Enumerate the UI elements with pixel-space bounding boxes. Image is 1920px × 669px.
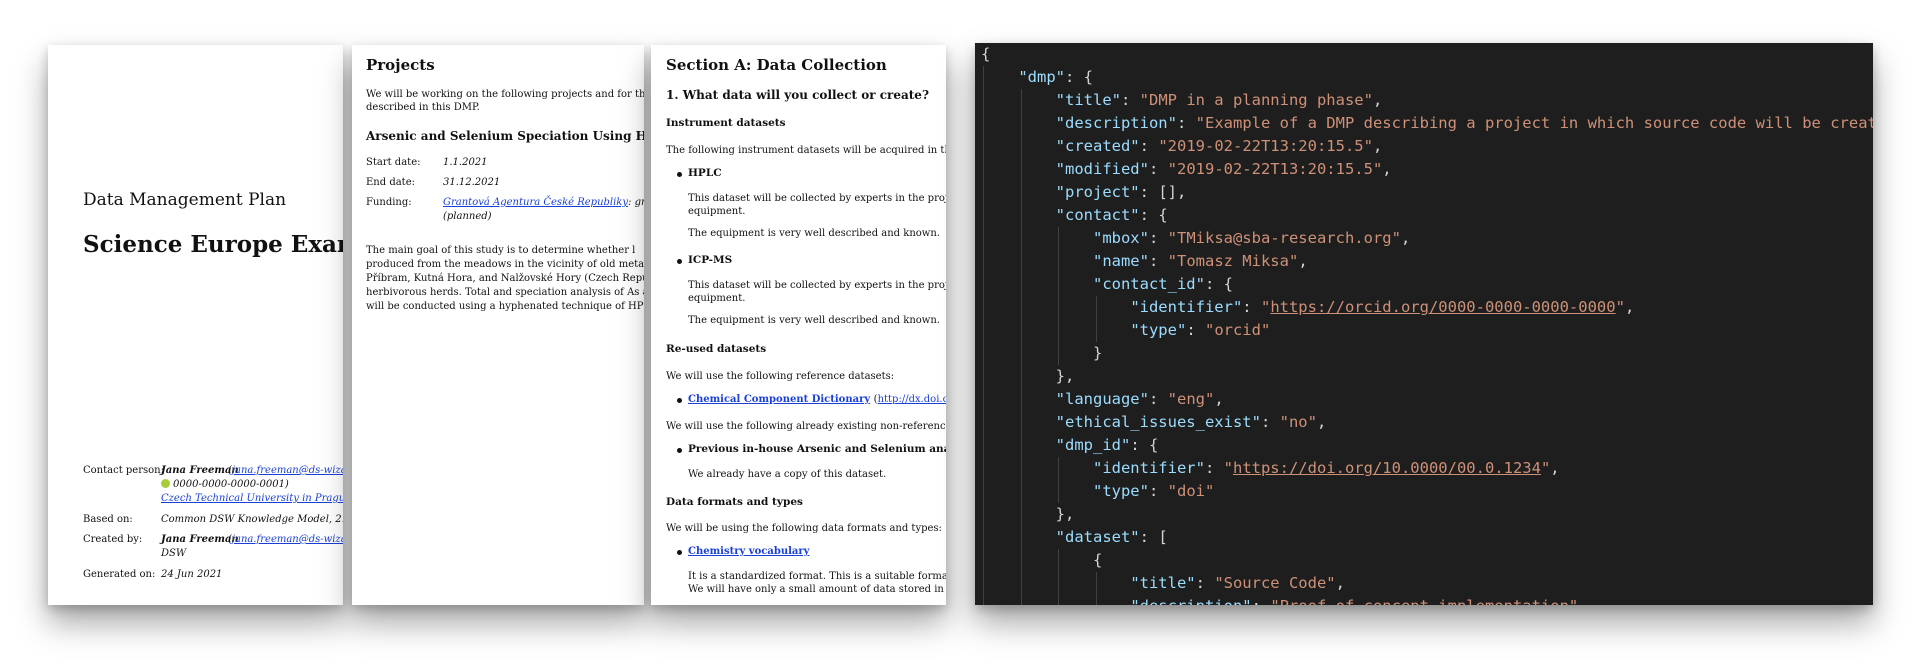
format-text: It is a standardized format. This is a s… [688, 571, 946, 582]
project-description-line: herbivorous herds. Total and speciation … [366, 287, 644, 298]
dataset-text: This dataset will be collected by expert… [688, 280, 946, 291]
bullet-icon [677, 259, 682, 264]
code-line: "created": "2019-02-22T13:20:15.5", [981, 135, 1873, 158]
bullet-icon [677, 172, 682, 177]
dataset-text: This dataset will be collected by expert… [688, 193, 946, 204]
instrument-datasets-heading: Instrument datasets [666, 117, 786, 129]
code-line: "dataset": [ [981, 526, 1873, 549]
code-line: "contact_id": { [981, 273, 1873, 296]
document-title: Science Europe Example [83, 231, 343, 258]
created-by-email-link[interactable]: jana.freeman@ds-wizard.org [232, 534, 343, 545]
section-question: 1. What data will you collect or create? [666, 88, 929, 102]
dataset-name-icpms: ICP-MS [688, 254, 733, 266]
code-line: "type": "doi" [981, 480, 1873, 503]
orcid-icon [161, 479, 170, 488]
code-line: "name": "Tomasz Miksa", [981, 250, 1873, 273]
code-line: }, [981, 365, 1873, 388]
code-line: "identifier": "https://doi.org/10.0000/0… [981, 457, 1873, 480]
generated-on-label: Generated on: [83, 569, 156, 580]
contact-email-link[interactable]: jana.freeman@ds-wizard.org [232, 465, 343, 476]
projects-heading: Projects [366, 56, 435, 74]
generated-on-value: 24 Jun 2021 [161, 569, 223, 580]
funding-value: Grantová Agentura České Republiky: grant [443, 196, 644, 209]
json-code-editor[interactable]: { "dmp": { "title": "DMP in a planning p… [975, 43, 1873, 605]
code-line: "title": "DMP in a planning phase", [981, 89, 1873, 112]
start-date-label: Start date: [366, 157, 421, 168]
projects-intro-line: described in this DMP. [366, 102, 480, 113]
code-line: }, [981, 503, 1873, 526]
code-line: "identifier": "https://orcid.org/0000-00… [981, 296, 1873, 319]
doi-url-link[interactable]: https://doi.org/10.0000/00.0.1234 [1233, 459, 1541, 477]
code-line: "mbox": "TMiksa@sba-research.org", [981, 227, 1873, 250]
bullet-icon [677, 550, 682, 555]
dataset-text: We already have a copy of this dataset. [688, 469, 887, 480]
code-line: "type": "orcid" [981, 319, 1873, 342]
end-date-value: 31.12.2021 [443, 177, 501, 188]
dataset-name-hplc: HPLC [688, 167, 722, 179]
projects-intro-line: We will be working on the following proj… [366, 89, 644, 100]
code-line: { [981, 549, 1873, 572]
orcid-url-link[interactable]: https://orcid.org/0000-0000-0000-0000 [1270, 298, 1615, 316]
code-line: "description": "Proof of concept impleme… [981, 595, 1873, 605]
code-line: "contact": { [981, 204, 1873, 227]
project-description-line: Příbram, Kutná Hora, and Nalžovské Hory … [366, 273, 644, 284]
funding-label: Funding: [366, 197, 412, 208]
document-projects-page: Projects We will be working on the follo… [352, 45, 644, 605]
document-subtitle: Data Management Plan [83, 190, 287, 210]
document-cover-page: Data Management Plan Science Europe Exam… [48, 45, 343, 605]
dataset-name-previous-analysis: Previous in-house Arsenic and Selenium a… [688, 443, 946, 455]
dataset-text: equipment. [688, 293, 746, 304]
based-on-label: Based on: [83, 514, 133, 525]
funder-link[interactable]: Grantová Agentura České Republiky [443, 197, 628, 208]
code-line: "modified": "2019-02-22T13:20:15.5", [981, 158, 1873, 181]
nonreference-intro: We will use the following already existi… [666, 421, 946, 432]
based-on-value: Common DSW Knowledge Model, 2.3.0 [161, 514, 343, 525]
start-date-value: 1.1.2021 [443, 157, 488, 168]
code-line: "language": "eng", [981, 388, 1873, 411]
dataset-text: equipment. [688, 206, 746, 217]
funding-rest: : grant [628, 197, 644, 208]
contact-orcid: 0000-0000-0000-0001) [173, 479, 289, 490]
project-title: Arsenic and Selenium Speciation Using Hy… [366, 129, 644, 143]
created-by-label: Created by: [83, 534, 143, 545]
formats-intro: We will be using the following data form… [666, 523, 942, 534]
json-code: { "dmp": { "title": "DMP in a planning p… [981, 43, 1873, 605]
reference-url-link[interactable]: http://dx.doi.org/ [878, 394, 946, 405]
format-text: We will have only a small amount of data… [688, 584, 946, 595]
code-line: "ethical_issues_exist": "no", [981, 411, 1873, 434]
chemistry-vocabulary-link[interactable]: Chemistry vocabulary [688, 546, 809, 557]
end-date-label: End date: [366, 177, 415, 188]
code-line: "description": "Example of a DMP describ… [981, 112, 1873, 135]
project-description-line: The main goal of this study is to determ… [366, 245, 636, 256]
section-heading: Section A: Data Collection [666, 56, 887, 74]
project-description-line: will be conducted using a hyphenated tec… [366, 301, 644, 312]
code-line: "dmp_id": { [981, 434, 1873, 457]
data-formats-heading: Data formats and types [666, 496, 803, 508]
reused-intro: We will use the following reference data… [666, 371, 895, 382]
instrument-intro: The following instrument datasets will b… [666, 145, 946, 156]
chemical-component-dictionary-link[interactable]: Chemical Component Dictionary [688, 394, 870, 405]
code-line: "dmp": { [981, 66, 1873, 89]
contact-person-label: Contact person: [83, 465, 164, 476]
code-line: } [981, 342, 1873, 365]
funding-status: (planned) [443, 211, 492, 222]
reused-datasets-heading: Re-used datasets [666, 343, 767, 355]
bullet-icon [677, 398, 682, 403]
document-section-a-page: Section A: Data Collection 1. What data … [651, 45, 946, 605]
dataset-text: The equipment is very well described and… [688, 315, 940, 326]
code-line: "project": [], [981, 181, 1873, 204]
dataset-text: The equipment is very well described and… [688, 228, 940, 239]
created-by-org: DSW [161, 548, 187, 559]
code-line: { [981, 45, 991, 63]
project-description-line: produced from the meadows in the vicinit… [366, 259, 644, 270]
contact-org-link[interactable]: Czech Technical University in Prague [161, 493, 343, 504]
code-line: "title": "Source Code", [981, 572, 1873, 595]
bullet-icon [677, 448, 682, 453]
